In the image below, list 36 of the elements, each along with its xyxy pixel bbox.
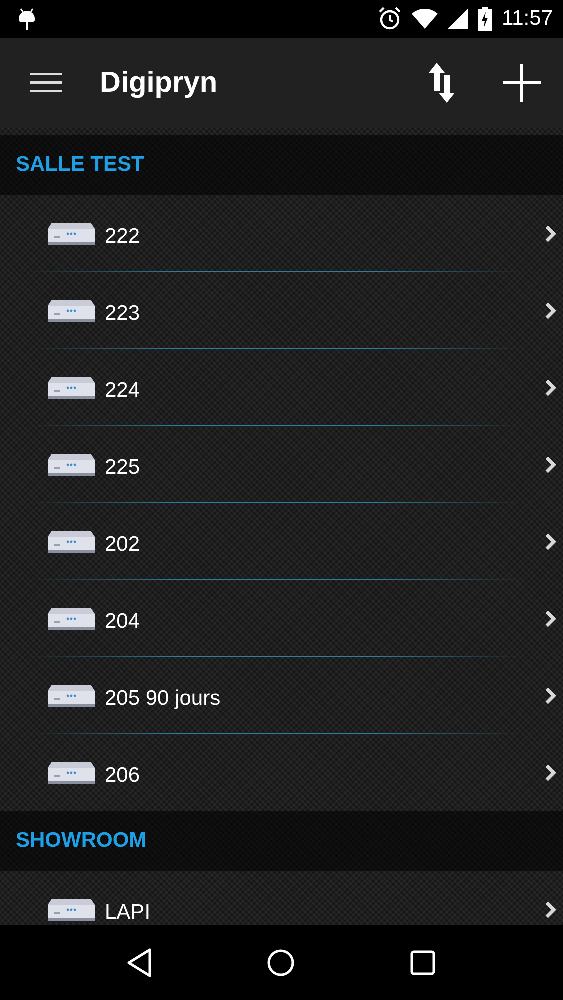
device-list-item[interactable]: LAPI bbox=[0, 871, 563, 925]
alarm-icon bbox=[378, 7, 402, 31]
server-icon bbox=[48, 300, 95, 322]
clock-time: 11:57 bbox=[502, 7, 553, 31]
android-icon bbox=[18, 7, 36, 31]
section-header: SALLE TEST bbox=[0, 135, 563, 195]
server-icon bbox=[48, 376, 95, 398]
wifi-icon bbox=[412, 9, 438, 29]
chevron-right-icon bbox=[545, 686, 557, 704]
chevron-right-icon bbox=[545, 764, 557, 782]
device-list-item[interactable]: 224 bbox=[0, 349, 563, 426]
device-list-item[interactable]: 225 bbox=[0, 426, 563, 503]
chevron-right-icon bbox=[545, 610, 557, 628]
device-list-item[interactable]: 205 90 jours bbox=[0, 657, 563, 734]
device-list-item[interactable]: 204 bbox=[0, 580, 563, 657]
chevron-right-icon bbox=[545, 900, 557, 918]
device-list-item[interactable]: 223 bbox=[0, 272, 563, 349]
section-header: SHOWROOM bbox=[0, 811, 563, 871]
server-icon bbox=[48, 454, 95, 476]
server-icon bbox=[48, 608, 95, 630]
chevron-right-icon bbox=[545, 378, 557, 396]
server-icon bbox=[48, 684, 95, 706]
chevron-right-icon bbox=[545, 532, 557, 550]
server-icon bbox=[48, 222, 95, 244]
device-list-item[interactable]: 222 bbox=[0, 195, 563, 272]
server-icon bbox=[48, 762, 95, 784]
server-icon bbox=[48, 898, 95, 920]
chevron-right-icon bbox=[545, 224, 557, 242]
signal-icon bbox=[448, 9, 468, 29]
chevron-right-icon bbox=[545, 302, 557, 320]
app-title: Digipryn bbox=[100, 66, 218, 100]
chevron-right-icon bbox=[545, 456, 557, 474]
device-list-item[interactable]: 202 bbox=[0, 503, 563, 580]
server-icon bbox=[48, 530, 95, 552]
device-list-item[interactable]: 206 bbox=[0, 734, 563, 811]
battery-icon bbox=[478, 7, 492, 31]
